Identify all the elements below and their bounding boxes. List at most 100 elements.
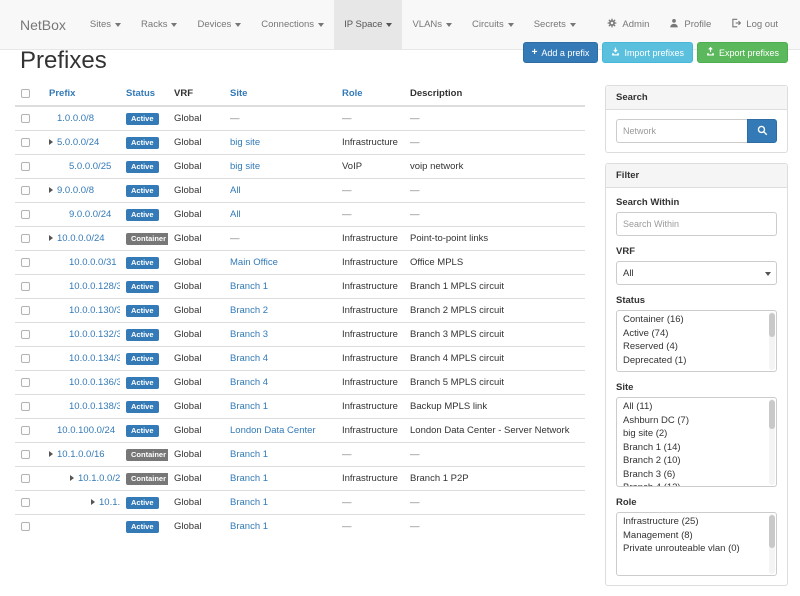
column-sort-link[interactable]: Site: [230, 88, 247, 99]
row-checkbox[interactable]: [21, 522, 30, 531]
site-link[interactable]: Branch 1: [230, 473, 268, 484]
nav-item-ip-space[interactable]: IP Space: [334, 0, 402, 49]
vrf-select[interactable]: All: [616, 261, 777, 285]
site-link[interactable]: Branch 2: [230, 305, 268, 316]
export-prefixes-button[interactable]: Export prefixes: [697, 42, 788, 63]
expand-caret-icon[interactable]: [49, 139, 53, 145]
select-all-checkbox[interactable]: [21, 89, 30, 98]
site-link[interactable]: big site: [230, 161, 260, 172]
nav-item-racks[interactable]: Racks: [131, 0, 187, 49]
prefix-link[interactable]: 10.0.0.134/31: [69, 353, 120, 364]
expand-caret-icon[interactable]: [49, 187, 53, 193]
listbox-option[interactable]: Active (74): [617, 327, 776, 341]
site-link[interactable]: Branch 1: [230, 521, 268, 532]
prefix-link[interactable]: 10.1.0.0/16: [57, 449, 105, 460]
row-checkbox[interactable]: [21, 234, 30, 243]
chevron-down-icon: [235, 23, 241, 27]
prefix-link[interactable]: 9.0.0.0/24: [69, 209, 111, 220]
listbox-option[interactable]: Reserved (4): [617, 340, 776, 354]
expand-caret-icon[interactable]: [49, 451, 53, 457]
scrollbar[interactable]: [769, 399, 775, 485]
prefix-link[interactable]: 10.0.0.0/31: [69, 257, 117, 268]
chevron-down-icon: [508, 23, 514, 27]
search-within-input[interactable]: [616, 212, 777, 236]
prefix-link[interactable]: 10.0.0.128/31: [69, 281, 120, 292]
row-checkbox[interactable]: [21, 474, 30, 483]
nav-item-circuits[interactable]: Circuits: [462, 0, 524, 49]
listbox-option[interactable]: Infrastructure (25): [617, 515, 776, 529]
site-link[interactable]: Branch 1: [230, 449, 268, 460]
row-checkbox[interactable]: [21, 354, 30, 363]
row-checkbox[interactable]: [21, 498, 30, 507]
column-sort-link[interactable]: Prefix: [49, 88, 75, 99]
role-listbox[interactable]: Infrastructure (25)Management (8)Private…: [616, 512, 777, 576]
nav-item-devices[interactable]: Devices: [187, 0, 251, 49]
add-prefix-button[interactable]: + Add a prefix: [523, 42, 599, 63]
status-listbox[interactable]: Container (16)Active (74)Reserved (4)Dep…: [616, 310, 777, 372]
site-link[interactable]: Branch 1: [230, 281, 268, 292]
brand[interactable]: NetBox: [12, 0, 80, 49]
row-checkbox[interactable]: [21, 330, 30, 339]
listbox-option[interactable]: Management (8): [617, 529, 776, 543]
column-sort-link[interactable]: Status: [126, 88, 155, 99]
row-checkbox[interactable]: [21, 378, 30, 387]
row-checkbox[interactable]: [21, 450, 30, 459]
listbox-option[interactable]: Private unrouteable vlan (0): [617, 542, 776, 556]
prefix-link[interactable]: 9.0.0.0/8: [57, 185, 94, 196]
scrollbar[interactable]: [769, 312, 775, 370]
search-button[interactable]: [747, 119, 777, 143]
import-prefixes-button[interactable]: Import prefixes: [602, 42, 693, 63]
prefix-link[interactable]: 10.0.0.136/31: [69, 377, 120, 388]
listbox-option[interactable]: Branch 2 (10): [617, 454, 776, 468]
listbox-option[interactable]: All (11): [617, 400, 776, 414]
prefix-link[interactable]: 10.1.0.0/24: [78, 473, 120, 484]
nav-item-sites[interactable]: Sites: [80, 0, 131, 49]
site-link[interactable]: Branch 3: [230, 329, 268, 340]
site-link[interactable]: big site: [230, 137, 260, 148]
scrollbar[interactable]: [769, 514, 775, 574]
expand-caret-icon[interactable]: [49, 235, 53, 241]
row-checkbox[interactable]: [21, 210, 30, 219]
role-cell: Infrastructure: [336, 419, 404, 443]
expand-caret-icon[interactable]: [70, 475, 74, 481]
listbox-option[interactable]: Branch 3 (6): [617, 468, 776, 482]
row-checkbox[interactable]: [21, 258, 30, 267]
listbox-option[interactable]: Container (16): [617, 313, 776, 327]
site-link[interactable]: All: [230, 185, 241, 196]
site-link[interactable]: Branch 4: [230, 353, 268, 364]
site-link[interactable]: Branch 1: [230, 497, 268, 508]
listbox-option[interactable]: big site (2): [617, 427, 776, 441]
nav-item-connections[interactable]: Connections: [251, 0, 334, 49]
prefix-link[interactable]: 10.0.100.0/24: [57, 425, 115, 436]
prefix-link[interactable]: 1.0.0.0/8: [57, 113, 94, 124]
row-checkbox[interactable]: [21, 402, 30, 411]
prefix-link[interactable]: 10.0.0.130/31: [69, 305, 120, 316]
row-checkbox[interactable]: [21, 426, 30, 435]
site-link[interactable]: London Data Center: [230, 425, 316, 436]
listbox-option[interactable]: Deprecated (1): [617, 354, 776, 368]
prefix-link[interactable]: 10.0.0.0/24: [57, 233, 105, 244]
listbox-option[interactable]: Branch 4 (12): [617, 481, 776, 487]
site-link[interactable]: Main Office: [230, 257, 278, 268]
listbox-option[interactable]: Ashburn DC (7): [617, 414, 776, 428]
prefix-link[interactable]: 10.1.0.0/25: [99, 497, 120, 508]
row-checkbox[interactable]: [21, 162, 30, 171]
column-sort-link[interactable]: Role: [342, 88, 363, 99]
row-checkbox[interactable]: [21, 138, 30, 147]
nav-item-vlans[interactable]: VLANs: [402, 0, 462, 49]
listbox-option[interactable]: Branch 1 (14): [617, 441, 776, 455]
prefix-link[interactable]: 10.0.0.138/31: [69, 401, 120, 412]
site-listbox[interactable]: All (11)Ashburn DC (7)big site (2)Branch…: [616, 397, 777, 487]
site-link[interactable]: Branch 1: [230, 401, 268, 412]
search-input[interactable]: [616, 119, 747, 143]
site-link[interactable]: Branch 4: [230, 377, 268, 388]
row-checkbox[interactable]: [21, 306, 30, 315]
site-link[interactable]: All: [230, 209, 241, 220]
row-checkbox[interactable]: [21, 282, 30, 291]
expand-caret-icon[interactable]: [91, 499, 95, 505]
prefix-link[interactable]: 5.0.0.0/24: [57, 137, 99, 148]
prefix-link[interactable]: 10.0.0.132/31: [69, 329, 120, 340]
prefix-link[interactable]: 5.0.0.0/25: [69, 161, 111, 172]
row-checkbox[interactable]: [21, 186, 30, 195]
row-checkbox[interactable]: [21, 114, 30, 123]
